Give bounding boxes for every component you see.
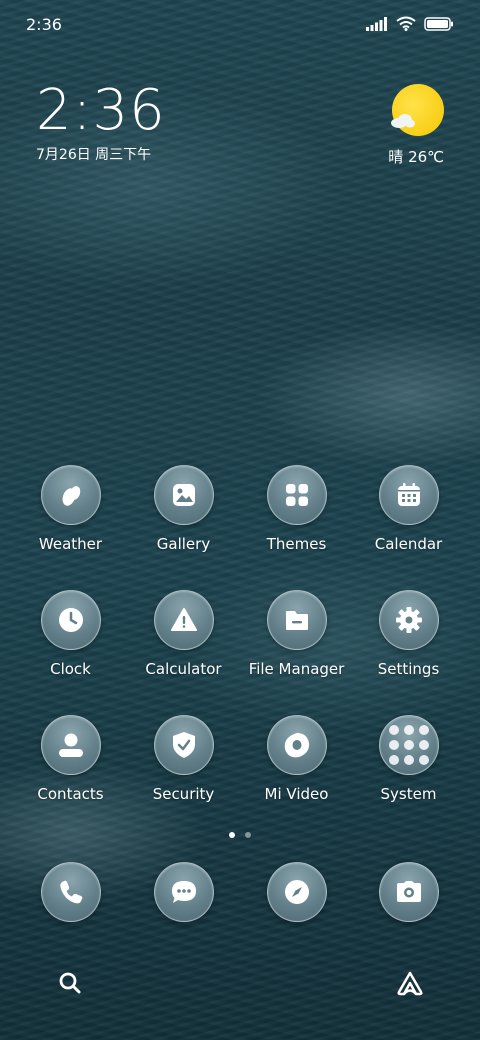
app-security[interactable]: Security [127, 715, 240, 803]
app-contacts[interactable]: Contacts [14, 715, 127, 803]
camera-icon [378, 862, 439, 922]
dock-messages[interactable] [127, 862, 240, 922]
app-vault-icon [397, 971, 423, 996]
folder-icon [266, 590, 327, 650]
clock-icon [40, 590, 101, 650]
app-label: Security [152, 785, 215, 803]
status-time: 2:36 [26, 15, 62, 34]
shield-icon [153, 715, 214, 775]
sun-icon [392, 84, 444, 136]
weather-text: 晴 26℃ [388, 148, 444, 166]
folder-preview [388, 725, 429, 765]
folder-grid-icon [378, 715, 439, 775]
phone-icon [40, 862, 101, 922]
page-dot-active [229, 832, 235, 838]
gear-icon [378, 590, 439, 650]
app-label: Calculator [145, 660, 222, 678]
widget-clock-time: 2:36 [36, 78, 166, 143]
calculator-icon [153, 590, 214, 650]
compass-icon [266, 862, 327, 922]
search-button[interactable] [50, 963, 90, 1003]
cloud-icon [391, 114, 415, 128]
person-icon [40, 715, 101, 775]
battery-icon [424, 16, 453, 31]
app-label: Settings [377, 660, 440, 678]
page-indicator [0, 832, 480, 838]
app-calculator[interactable]: Calculator [127, 590, 240, 678]
wifi-icon [396, 16, 416, 31]
message-icon [153, 862, 214, 922]
themes-icon [266, 465, 327, 525]
search-icon [59, 972, 81, 994]
app-themes[interactable]: Themes [240, 465, 353, 553]
app-label: Mi Video [264, 785, 329, 803]
app-label: Gallery [156, 535, 211, 553]
app-gallery[interactable]: Gallery [127, 465, 240, 553]
app-weather[interactable]: Weather [14, 465, 127, 553]
page-dot [245, 832, 251, 838]
app-label: Clock [50, 660, 91, 678]
app-label: Themes [266, 535, 327, 553]
status-bar: 2:36 [0, 0, 480, 50]
dock-phone[interactable] [14, 862, 127, 922]
app-calendar[interactable]: Calendar [352, 465, 465, 553]
video-icon [266, 715, 327, 775]
widget-clock-date: 7月26日 周三下午 [36, 147, 152, 163]
app-system-folder[interactable]: System [352, 715, 465, 803]
dock-browser[interactable] [240, 862, 353, 922]
app-label: Calendar [374, 535, 443, 553]
app-clock[interactable]: Clock [14, 590, 127, 678]
app-settings[interactable]: Settings [352, 590, 465, 678]
app-vault-button[interactable] [390, 963, 430, 1003]
app-mi-video[interactable]: Mi Video [240, 715, 353, 803]
app-label: Contacts [37, 785, 104, 803]
clock-widget[interactable]: 2:36 7月26日 周三下午 [36, 80, 166, 164]
app-label: System [380, 785, 437, 803]
weather-icon [40, 465, 101, 525]
app-label: Weather [38, 535, 103, 553]
calendar-icon [378, 465, 439, 525]
dock-camera[interactable] [352, 862, 465, 922]
app-file-manager[interactable]: File Manager [240, 590, 353, 678]
status-icons [366, 16, 454, 31]
app-label: File Manager [248, 660, 345, 678]
gallery-icon [153, 465, 214, 525]
signal-icon [366, 16, 387, 31]
